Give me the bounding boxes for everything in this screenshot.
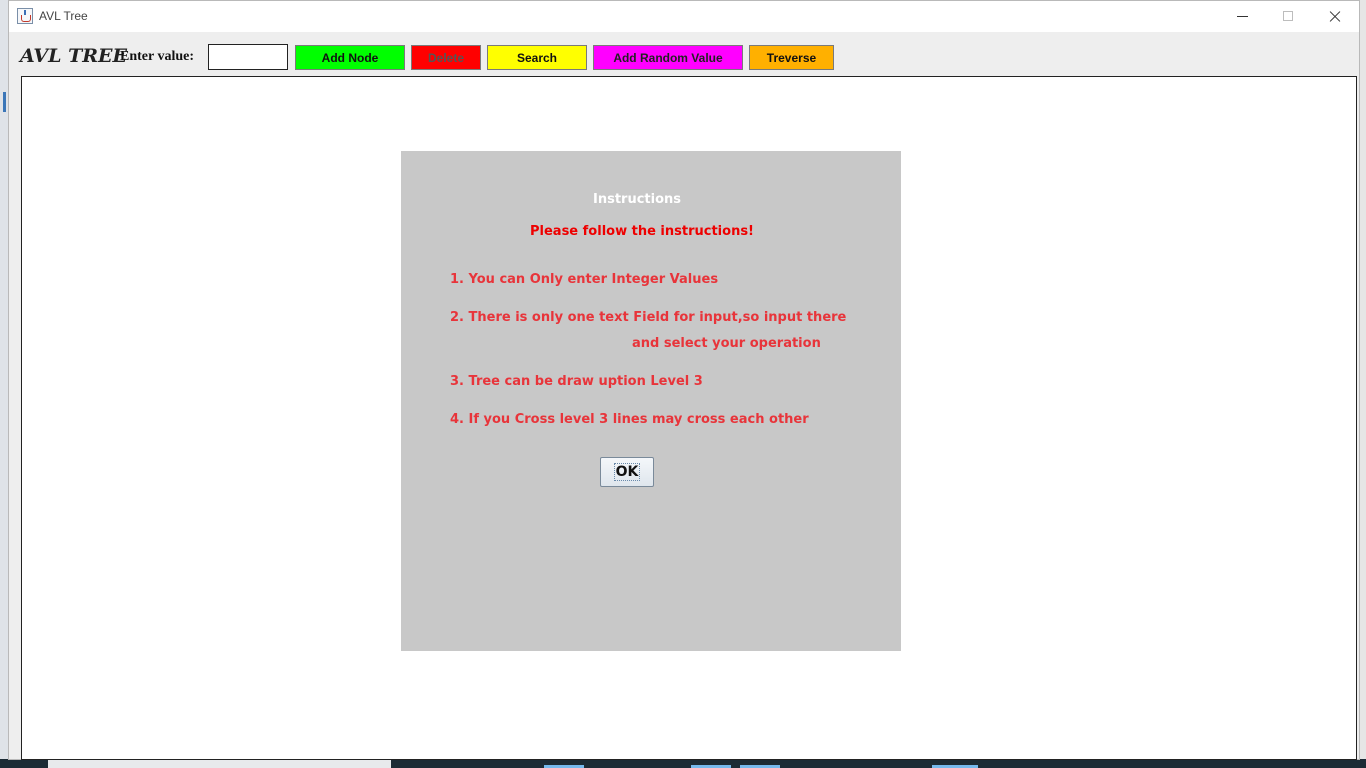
minimize-icon <box>1237 16 1248 17</box>
add-node-button[interactable]: Add Node <box>295 45 405 70</box>
instruction-line: 4. If you Cross level 3 lines may cross … <box>450 412 809 427</box>
instruction-line-continued: and select your operation <box>632 336 821 351</box>
instructions-dialog: Instructions Please follow the instructi… <box>401 151 901 651</box>
taskbar <box>0 759 1366 768</box>
add-random-value-button[interactable]: Add Random Value <box>593 45 743 70</box>
toolbar: AVL TREE Enter value: Add Node Delete Se… <box>9 32 1359 76</box>
desktop-edge-indicator <box>3 92 6 112</box>
maximize-button[interactable] <box>1266 1 1312 32</box>
dialog-title: Instructions <box>592 192 681 207</box>
dialog-subtitle: Please follow the instructions! <box>530 224 754 239</box>
window-title: AVL Tree <box>39 9 88 23</box>
app-heading: AVL TREE <box>20 45 127 67</box>
desktop-background <box>0 0 8 768</box>
desktop-background-right <box>1360 0 1366 768</box>
java-app-icon[interactable] <box>17 8 33 24</box>
maximize-icon <box>1283 11 1293 21</box>
app-window: AVL Tree AVL TREE Enter value: Add Node … <box>8 0 1360 760</box>
taskbar-search-box[interactable] <box>48 759 391 768</box>
enter-value-label: Enter value: <box>120 49 195 64</box>
instruction-line: 2. There is only one text Field for inpu… <box>450 310 847 325</box>
ok-button[interactable]: OK <box>600 457 654 487</box>
delete-button[interactable]: Delete <box>411 45 481 70</box>
minimize-button[interactable] <box>1220 1 1266 32</box>
ok-button-label: OK <box>613 463 641 481</box>
value-input[interactable] <box>208 44 288 70</box>
close-button[interactable] <box>1312 1 1358 32</box>
instruction-line: 3. Tree can be draw uption Level 3 <box>450 374 703 389</box>
traverse-button[interactable]: Treverse <box>749 45 834 70</box>
search-button[interactable]: Search <box>487 45 587 70</box>
title-bar[interactable]: AVL Tree <box>9 1 1359 32</box>
instruction-line: 1. You can Only enter Integer Values <box>450 272 719 287</box>
